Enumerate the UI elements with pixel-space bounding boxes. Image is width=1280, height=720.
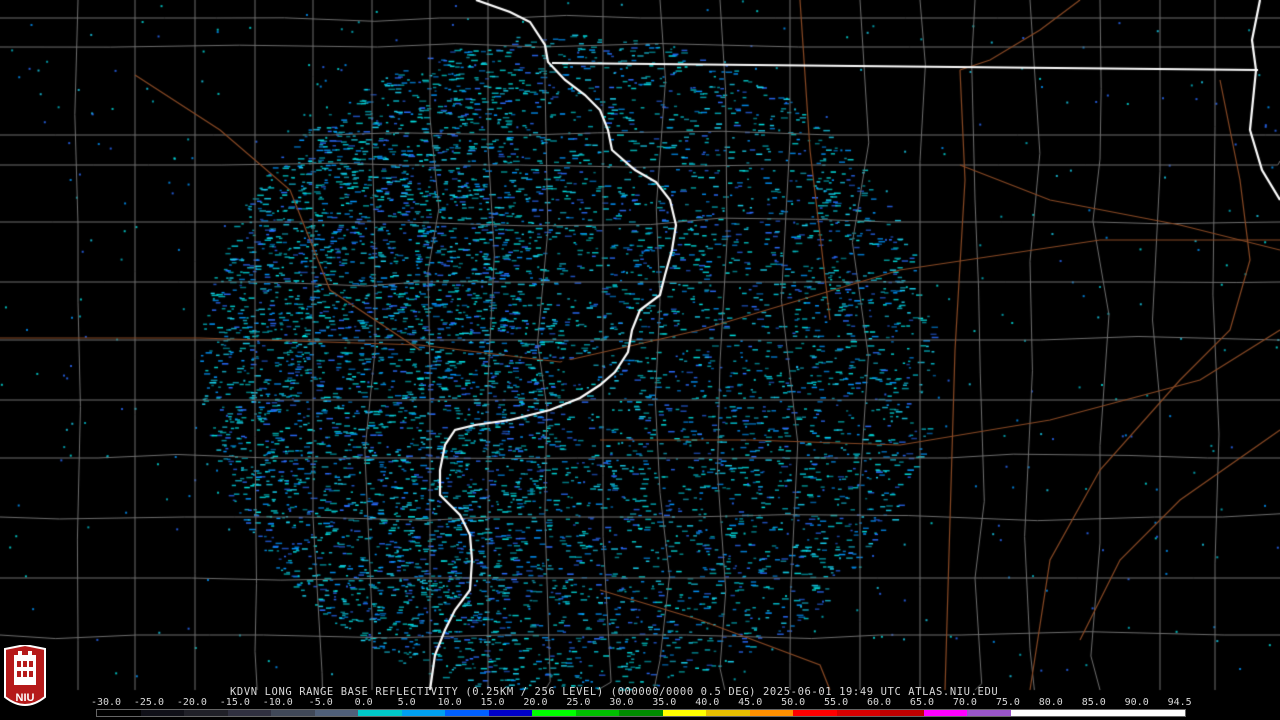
scale-tick-label: 10.0 bbox=[437, 697, 462, 708]
color-bar-segment bbox=[358, 710, 402, 716]
color-bar-segment bbox=[880, 710, 924, 716]
scale-tick-label: 30.0 bbox=[609, 697, 634, 708]
scale-tick-label: -25.0 bbox=[133, 697, 164, 708]
scale-tick-label: -20.0 bbox=[176, 697, 207, 708]
color-bar-segment bbox=[619, 710, 663, 716]
color-bar-segment bbox=[445, 710, 489, 716]
niu-logo-text: NIU bbox=[16, 692, 35, 704]
color-bar-segment bbox=[662, 710, 707, 716]
scale-tick-label: 90.0 bbox=[1124, 697, 1149, 708]
scale-tick-label: 25.0 bbox=[566, 697, 591, 708]
color-bar-segment bbox=[401, 710, 446, 716]
color-bar-segment bbox=[488, 710, 533, 716]
color-bar-segment bbox=[749, 710, 794, 716]
color-bar-segment bbox=[532, 710, 576, 716]
color-bar-segment bbox=[1054, 710, 1098, 716]
color-bar-segment bbox=[836, 710, 881, 716]
color-bar-segment bbox=[271, 710, 315, 716]
radar-map bbox=[0, 0, 1280, 720]
scale-tick-label: 85.0 bbox=[1081, 697, 1106, 708]
color-bar-segment bbox=[314, 710, 359, 716]
color-bar-segment bbox=[706, 710, 750, 716]
color-bar-segment bbox=[184, 710, 228, 716]
color-bar-segment bbox=[140, 710, 185, 716]
color-bar-segment bbox=[575, 710, 620, 716]
scale-tick-label: 35.0 bbox=[652, 697, 677, 708]
scale-tick-label: 50.0 bbox=[781, 697, 806, 708]
scale-tick-label: 55.0 bbox=[824, 697, 849, 708]
scale-tick-label: 75.0 bbox=[995, 697, 1020, 708]
reflectivity-scale-labels: -30.0 -25.0 -20.0 -15.0 -10.0 -5.0 0.0 5.0 10.0 1… bbox=[90, 697, 1194, 708]
color-bar-segment bbox=[1141, 710, 1185, 716]
scale-tick-label: -30.0 bbox=[90, 697, 122, 708]
scale-tick-label: 80.0 bbox=[1038, 697, 1063, 708]
color-bar-segment bbox=[1010, 710, 1055, 716]
scale-tick-label: 60.0 bbox=[866, 697, 892, 708]
color-bar-segment bbox=[967, 710, 1011, 716]
reflectivity-color-bar bbox=[96, 709, 1186, 717]
scale-tick-label: -10.0 bbox=[262, 697, 293, 708]
scale-tick-label: 94.5 bbox=[1167, 697, 1192, 708]
scale-tick-label: -5.0 bbox=[308, 697, 333, 708]
niu-logo: NIU bbox=[4, 645, 46, 706]
scale-tick-label: 20.0 bbox=[523, 697, 548, 708]
scale-tick-label: 70.0 bbox=[952, 697, 977, 708]
scale-tick-label: 0.0 bbox=[354, 697, 373, 708]
scale-tick-label: 5.0 bbox=[397, 697, 416, 708]
color-bar-segment bbox=[923, 710, 968, 716]
scale-tick-label: 15.0 bbox=[480, 697, 505, 708]
color-bar-segment bbox=[227, 710, 272, 716]
color-bar-segment bbox=[793, 710, 837, 716]
color-bar-segment bbox=[97, 710, 141, 716]
scale-tick-label: 40.0 bbox=[695, 697, 720, 708]
scale-tick-label: 45.0 bbox=[738, 697, 763, 708]
scale-tick-label: -15.0 bbox=[219, 697, 250, 708]
scale-tick-label: 65.0 bbox=[909, 697, 935, 708]
color-bar-segment bbox=[1097, 710, 1142, 716]
